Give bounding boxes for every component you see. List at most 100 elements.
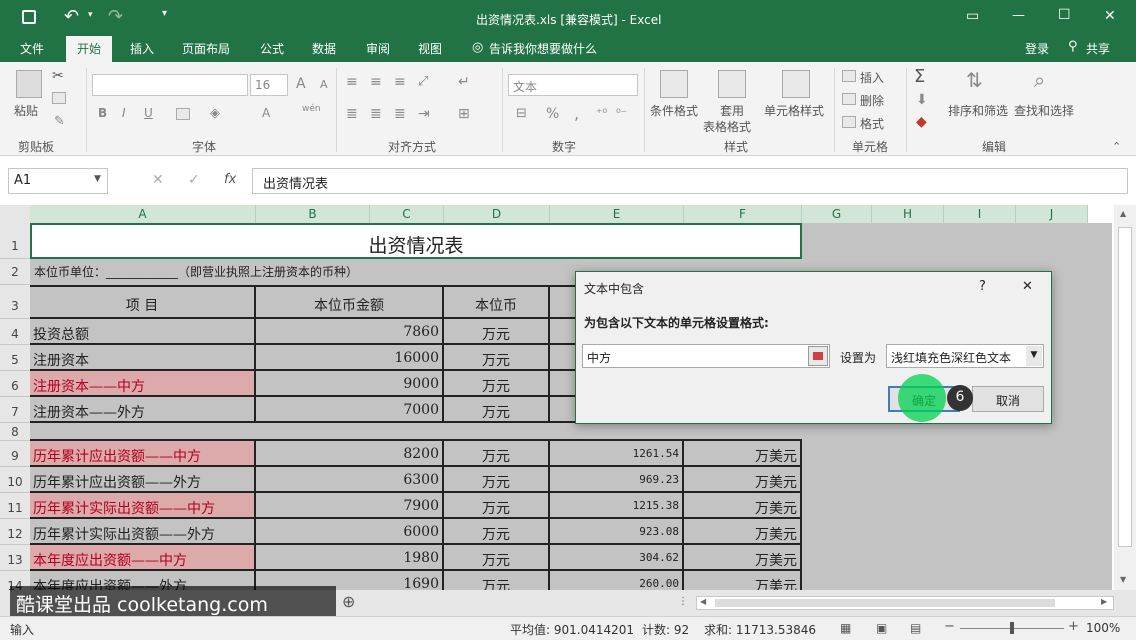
tab-data[interactable]: 数据	[312, 40, 336, 57]
column-header[interactable]: I	[944, 205, 1016, 223]
column-header[interactable]: J	[1016, 205, 1088, 223]
tab-review[interactable]: 审阅	[366, 40, 390, 57]
item-cell-highlighted[interactable]: 本年度应出资额——中方	[30, 545, 256, 571]
insert-function-button[interactable]: fx	[224, 172, 236, 187]
dialog-close-button[interactable]: ✕	[1022, 279, 1033, 294]
indent-icon[interactable]: ⇥	[418, 106, 430, 122]
find-select-button[interactable]: 查找和选择	[1014, 102, 1074, 119]
h-scroll-thumb[interactable]	[715, 599, 1055, 607]
item-cell[interactable]: 历年累计实际出资额——外方	[30, 519, 256, 545]
tab-insert[interactable]: 插入	[130, 40, 154, 57]
amount-cell[interactable]: 9000	[256, 371, 444, 397]
tab-formulas[interactable]: 公式	[260, 40, 284, 57]
conditional-format-button[interactable]: 条件格式	[650, 102, 698, 119]
item-cell-highlighted[interactable]: 注册资本——中方	[30, 371, 256, 397]
select-all-corner[interactable]	[0, 205, 30, 223]
usd-cell[interactable]: 304.62	[550, 545, 684, 571]
ribbon-display-icon[interactable]: ▭	[966, 8, 979, 24]
row-header[interactable]: 13	[0, 545, 30, 571]
align-center-icon[interactable]: ≣	[370, 106, 382, 122]
row-header[interactable]: 4	[0, 319, 30, 345]
usd-unit-cell[interactable]: 万美元	[684, 545, 802, 571]
align-bottom-icon[interactable]: ≡	[394, 74, 406, 90]
formula-input[interactable]: 出资情况表	[252, 168, 1128, 194]
range-picker-icon[interactable]	[808, 346, 828, 366]
add-sheet-button[interactable]: ⊕	[342, 592, 355, 611]
normal-view-icon[interactable]: ▦	[840, 621, 851, 635]
amount-cell[interactable]: 1980	[256, 545, 444, 571]
border-icon[interactable]	[176, 108, 190, 120]
bold-button[interactable]: B	[98, 106, 107, 120]
row-header[interactable]: 7	[0, 397, 30, 423]
name-box[interactable]: A1	[8, 168, 108, 194]
column-header[interactable]: D	[444, 205, 550, 223]
amount-cell[interactable]: 16000	[256, 345, 444, 371]
column-header[interactable]: A	[30, 205, 256, 223]
minimize-button[interactable]: —	[1012, 8, 1025, 23]
sort-filter-button[interactable]: 排序和筛选	[948, 102, 1008, 119]
undo-dropdown-icon[interactable]: ▾	[88, 10, 93, 20]
zoom-out-button[interactable]: −	[944, 619, 955, 634]
column-header[interactable]: F	[684, 205, 802, 223]
collapse-ribbon-icon[interactable]: ⌃	[1112, 140, 1121, 153]
enter-formula-button[interactable]: ✓	[188, 172, 200, 188]
amount-cell[interactable]: 6300	[256, 467, 444, 493]
shrink-font-icon[interactable]: A	[320, 78, 328, 91]
format-as-table-label-2[interactable]: 表格格式	[703, 118, 751, 135]
undo-icon[interactable]: ↶	[64, 6, 79, 27]
item-cell-highlighted[interactable]: 历年累计实际出资额——中方	[30, 493, 256, 519]
font-name-box[interactable]	[92, 74, 248, 96]
share-button[interactable]: 共享	[1086, 40, 1110, 57]
cell-styles-icon[interactable]	[782, 70, 810, 98]
column-header[interactable]: E	[550, 205, 684, 223]
page-layout-view-icon[interactable]: ▣	[876, 621, 887, 635]
amount-cell[interactable]: 7000	[256, 397, 444, 423]
tab-home[interactable]: 开始	[66, 36, 112, 62]
fill-icon[interactable]: ⬇	[916, 92, 928, 108]
currency-icon[interactable]: ⊟	[516, 106, 527, 121]
grow-font-icon[interactable]: A	[296, 76, 306, 92]
row-header[interactable]: 1	[0, 223, 30, 259]
scroll-left-icon[interactable]: ◀	[700, 597, 706, 606]
merge-center-icon[interactable]: ⊞	[458, 106, 470, 122]
spacer-row[interactable]	[30, 423, 802, 441]
close-button[interactable]: ✕	[1104, 8, 1116, 24]
orientation-icon[interactable]: ⤢	[418, 74, 428, 89]
format-as-table-icon[interactable]	[718, 70, 746, 98]
dialog-help-button[interactable]: ?	[979, 279, 986, 294]
wrap-text-icon[interactable]: ↵	[458, 74, 470, 90]
insert-cells-button[interactable]: 插入	[860, 69, 884, 86]
usd-cell[interactable]: 969.23	[550, 467, 684, 493]
tab-split-icon[interactable]: ⋮	[678, 596, 688, 607]
unit-cell[interactable]: 万元	[444, 545, 550, 571]
decrease-decimal-icon[interactable]: ⁰⁻	[616, 106, 627, 120]
row-header[interactable]: 9	[0, 441, 30, 467]
item-cell[interactable]: 投资总额	[30, 319, 256, 345]
horizontal-scrollbar[interactable]: ◀ ▶	[696, 596, 1114, 610]
unit-cell[interactable]: 万元	[444, 345, 550, 371]
usd-unit-cell[interactable]: 万美元	[684, 493, 802, 519]
usd-cell[interactable]: 1215.38	[550, 493, 684, 519]
format-cells-button[interactable]: 格式	[860, 115, 884, 132]
customize-toolbar-icon[interactable]: ▾	[162, 8, 167, 19]
format-as-table-label-1[interactable]: 套用	[720, 102, 744, 119]
row-header[interactable]: 3	[0, 285, 30, 319]
login-link[interactable]: 登录	[1025, 40, 1049, 57]
align-right-icon[interactable]: ≣	[394, 106, 406, 122]
usd-cell[interactable]: 1261.54	[550, 441, 684, 467]
usd-unit-cell[interactable]: 万美元	[684, 571, 802, 590]
align-top-icon[interactable]: ≡	[346, 74, 358, 90]
item-cell[interactable]: 注册资本	[30, 345, 256, 371]
amount-cell[interactable]: 8200	[256, 441, 444, 467]
number-format-box[interactable]: 文本	[508, 74, 638, 96]
unit-cell[interactable]: 万元	[444, 441, 550, 467]
autosum-icon[interactable]: Σ	[914, 66, 925, 87]
clear-icon[interactable]: ◆	[916, 114, 927, 130]
copy-icon[interactable]	[52, 92, 66, 104]
underline-button[interactable]: U	[144, 106, 153, 120]
sort-filter-icon[interactable]: ⇅	[966, 68, 983, 92]
page-break-view-icon[interactable]: ▤	[910, 621, 921, 635]
column-header[interactable]: C	[370, 205, 444, 223]
insert-cells-icon[interactable]	[842, 70, 856, 82]
unit-cell[interactable]: 万元	[444, 493, 550, 519]
